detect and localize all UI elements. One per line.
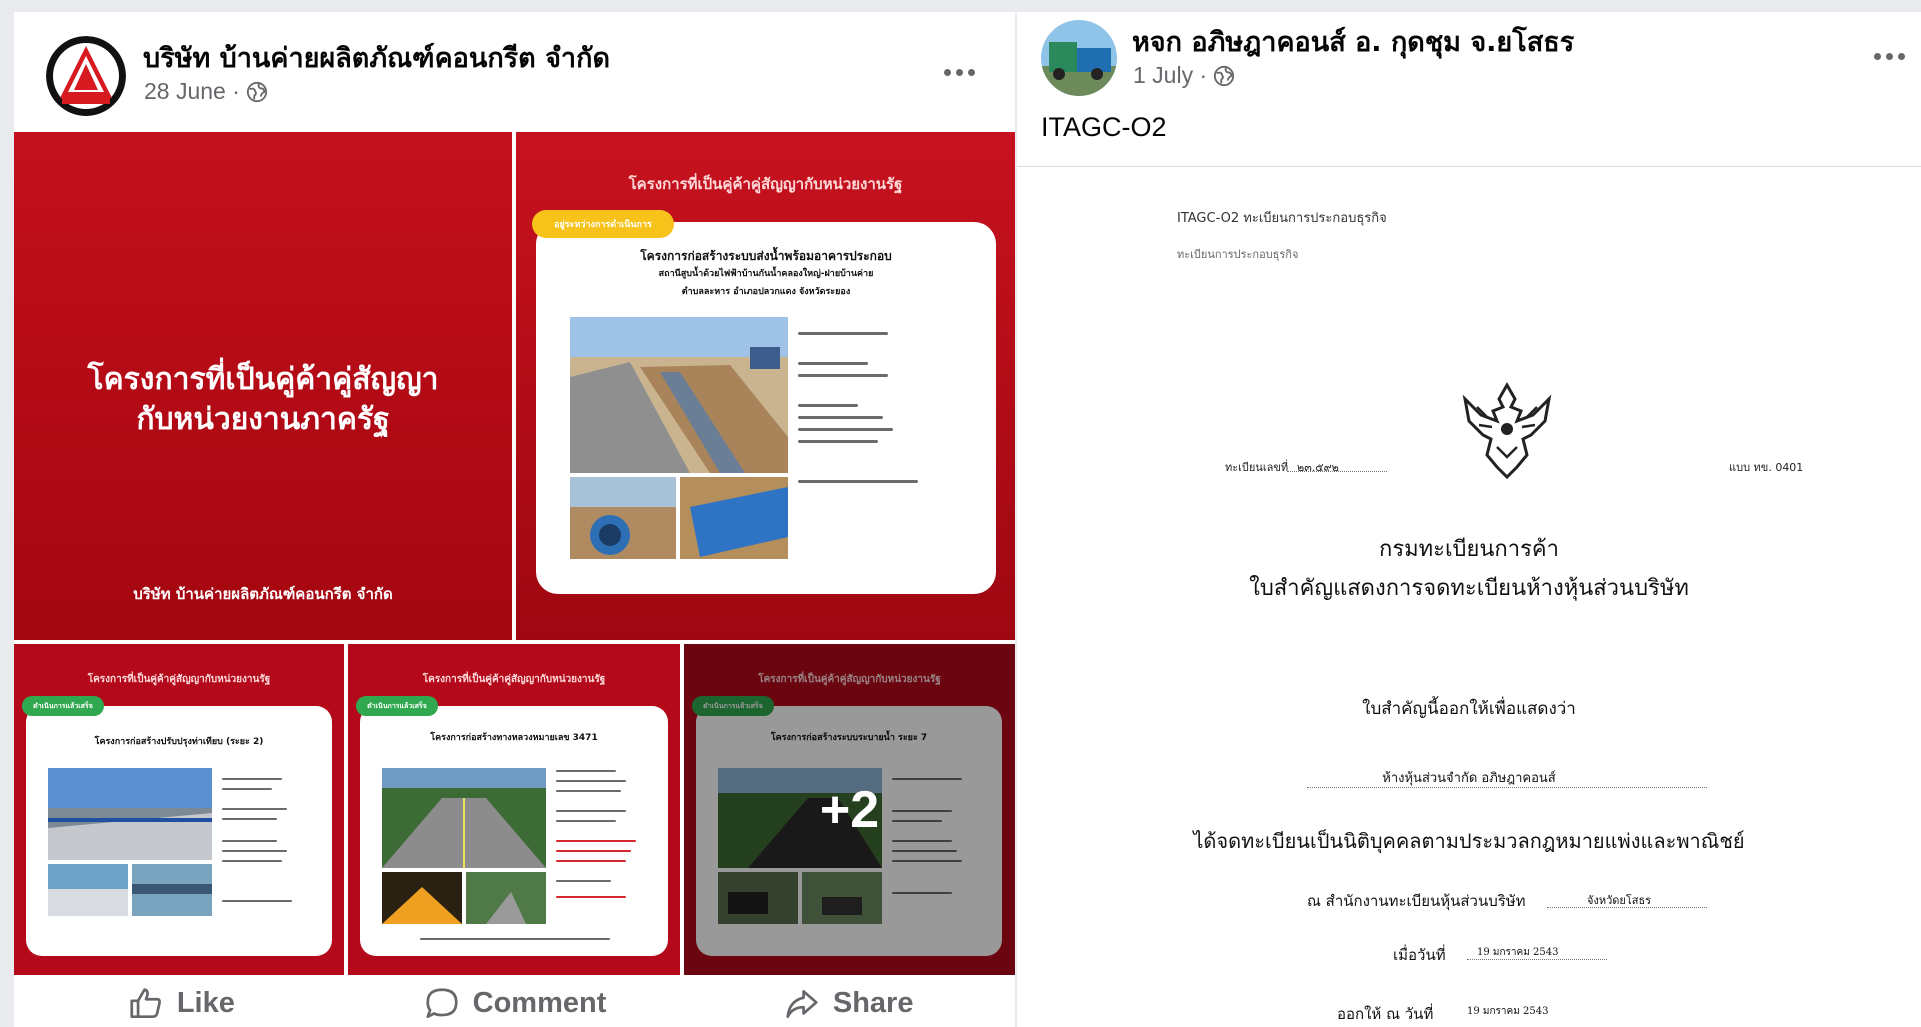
project-title: โครงการก่อสร้างระบบส่งน้ำพร้อมอาคารประกอ… — [640, 249, 892, 297]
project-photo-pipe-2 — [680, 477, 788, 559]
issued-value: 19 มกราคม 2543 — [1467, 1006, 1549, 1017]
post-header: หจก อภิษฎาคอนส์ อ. กุดชุม จ.ยโสธร 1 July… — [1017, 12, 1921, 162]
post-author[interactable]: หจก อภิษฎาคอนส์ อ. กุดชุม จ.ยโสธร — [1132, 20, 1574, 63]
department-name: กรมทะเบียนการค้า — [1379, 537, 1559, 562]
post-meta: 28 June · — [144, 78, 268, 105]
post-image-project-4[interactable]: โครงการที่เป็นคู่ค้าคู่สัญญากับหน่วยงานร… — [684, 644, 1015, 975]
project-photo-pipeline — [570, 317, 788, 473]
post-action-bar: Like Comment Share — [14, 980, 1015, 1027]
post-text: ITAGC-O2 — [1041, 112, 1167, 142]
comment-icon — [426, 987, 458, 1018]
cover-title: โครงการที่เป็นคู่ค้าคู่สัญญา กับหน่วยงาน… — [87, 362, 439, 437]
post-apisada-cons: หจก อภิษฎาคอนส์ อ. กุดชุม จ.ยโสธร 1 July… — [1017, 12, 1921, 1027]
form-code: แบบ ทข. 0401 — [1729, 461, 1804, 474]
post-author[interactable]: บริษัท บ้านค่ายผลิตภัณฑ์คอนกรีต จำกัด — [143, 36, 610, 79]
share-button[interactable]: Share — [681, 980, 1015, 1027]
post-bankhai-concrete: บริษัท บ้านค่ายผลิตภัณฑ์คอนกรีต จำกัด 28… — [14, 12, 1015, 1027]
post-image-project-2[interactable]: โครงการที่เป็นคู่ค้าคู่สัญญากับหน่วยงานร… — [14, 644, 344, 975]
avatar[interactable] — [46, 36, 126, 116]
date-value: 19 มกราคม 2543 — [1477, 947, 1559, 958]
doc-subheader: ทะเบียนการประกอบธุรกิจ — [1177, 248, 1299, 261]
post-image-document[interactable]: ITAGC-O2 ทะเบียนการประกอบธุรกิจ ทะเบียนก… — [1017, 166, 1921, 1027]
office-line: ณ สำนักงานทะเบียนหุ้นส่วนบริษัท — [1307, 892, 1526, 910]
comment-button[interactable]: Comment — [348, 980, 682, 1027]
more-images-count[interactable]: +2 — [684, 644, 1015, 975]
like-button[interactable]: Like — [14, 980, 348, 1027]
post-image-project-1[interactable]: โครงการที่เป็นคู่ค้าคู่สัญญากับหน่วยงานร… — [516, 132, 1015, 640]
garuda-emblem-icon — [1462, 381, 1552, 480]
post-header: บริษัท บ้านค่ายผลิตภัณฑ์คอนกรีต จำกัด 28… — [14, 12, 1015, 132]
more-options-button[interactable] — [937, 58, 981, 86]
registration-label: ทะเบียนเลขที่ — [1225, 461, 1289, 474]
share-icon — [786, 989, 818, 1018]
project-card: อยู่ระหว่างการดำเนินการ โครงการก่อสร้างร… — [532, 210, 996, 594]
thumbs-up-icon — [130, 987, 161, 1018]
post-meta: 1 July · — [1133, 62, 1235, 89]
project-photo-pipe-1 — [570, 477, 676, 559]
post-image-cover[interactable]: โครงการที่เป็นคู่ค้าคู่สัญญา กับหน่วยงาน… — [14, 132, 512, 640]
globe-icon — [1214, 65, 1235, 86]
registered-text: ได้จดทะเบียนเป็นนิติบุคคลตามประมวลกฎหมาย… — [1193, 829, 1745, 853]
post-date[interactable]: 28 June · — [144, 78, 240, 105]
project-heading: โครงการที่เป็นคู่ค้าคู่สัญญากับหน่วยงานร… — [628, 175, 903, 193]
certify-text: ใบสำคัญนี้ออกให้เพื่อแสดงว่า — [1362, 699, 1576, 719]
post-date[interactable]: 1 July · — [1133, 62, 1207, 89]
post-image-project-3[interactable]: โครงการที่เป็นคู่ค้าคู่สัญญากับหน่วยงานร… — [348, 644, 680, 975]
issued-label: ออกให้ ณ วันที่ — [1337, 1005, 1434, 1023]
cover-company: บริษัท บ้านค่ายผลิตภัณฑ์คอนกรีต จำกัด — [133, 585, 393, 603]
certificate-title: ใบสำคัญแสดงการจดทะเบียนห้างหุ้นส่วนบริษั… — [1249, 576, 1689, 601]
company-line: ห้างหุ้นส่วนจำกัด อภิษฎาคอนส์ — [1382, 771, 1556, 786]
doc-header: ITAGC-O2 ทะเบียนการประกอบธุรกิจ — [1177, 211, 1387, 226]
registration-number: ๒๓.๕๙๒ — [1297, 461, 1339, 474]
globe-icon — [246, 81, 267, 102]
avatar[interactable] — [1041, 20, 1117, 96]
date-label: เมื่อวันที่ — [1393, 946, 1446, 964]
more-options-button[interactable] — [1867, 42, 1911, 70]
status-badge: อยู่ระหว่างการดำเนินการ — [532, 210, 674, 238]
